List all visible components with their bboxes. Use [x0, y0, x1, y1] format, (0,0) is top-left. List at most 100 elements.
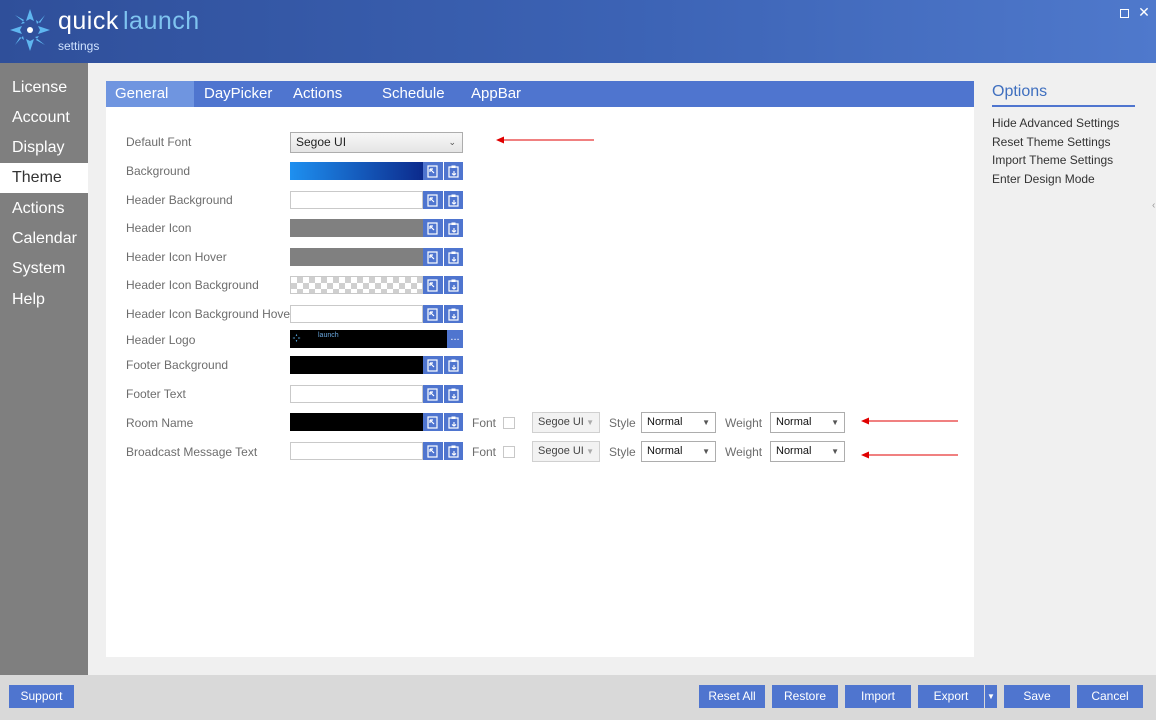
color-picker-icon[interactable]: [423, 305, 443, 323]
color-picker-icon[interactable]: [423, 356, 443, 374]
paste-icon[interactable]: [443, 219, 463, 237]
paste-icon[interactable]: [443, 356, 463, 374]
room-name-weight-label: Weight: [725, 416, 763, 430]
theme-panel: [106, 81, 974, 657]
paste-icon[interactable]: [443, 305, 463, 323]
app-name-primary: quick: [58, 7, 119, 35]
close-icon[interactable]: ✕: [1138, 5, 1150, 19]
room-name-label: Room Name: [126, 416, 194, 430]
color-picker-icon[interactable]: [423, 385, 443, 403]
broadcast-font-select[interactable]: Segoe UI ▼: [532, 441, 600, 462]
tab-schedule[interactable]: Schedule: [382, 81, 445, 107]
broadcast-style-label: Style: [609, 445, 636, 459]
restore-button[interactable]: Restore: [772, 685, 838, 708]
paste-icon[interactable]: [443, 162, 463, 180]
reset-all-button[interactable]: Reset All: [699, 685, 765, 708]
import-theme-settings-link[interactable]: Import Theme Settings: [992, 153, 1113, 167]
default-font-label: Default Font: [126, 135, 192, 149]
room-name-color-swatch[interactable]: [290, 413, 423, 431]
header-background-label: Header Background: [126, 193, 233, 207]
color-picker-icon[interactable]: [423, 442, 443, 460]
header-icon-hover-color-swatch[interactable]: [290, 248, 423, 266]
color-picker-icon[interactable]: [423, 219, 443, 237]
room-name-style-select[interactable]: Normal ▼: [641, 412, 716, 433]
color-picker-icon[interactable]: [423, 191, 443, 209]
background-color-swatch[interactable]: [290, 162, 423, 180]
tab-bar: General DayPicker Actions Schedule AppBa…: [106, 81, 974, 107]
footer-background-label: Footer Background: [126, 358, 229, 372]
color-picker-icon[interactable]: [423, 162, 443, 180]
header-background-buttons: [423, 191, 463, 209]
paste-icon[interactable]: [443, 442, 463, 460]
paste-icon[interactable]: [443, 191, 463, 209]
save-button[interactable]: Save: [1004, 685, 1070, 708]
tab-appbar[interactable]: AppBar: [471, 81, 521, 107]
footer-background-color-swatch[interactable]: [290, 356, 423, 374]
header-background-color-swatch[interactable]: [290, 191, 423, 209]
footer-text-label: Footer Text: [126, 387, 186, 401]
support-button[interactable]: Support: [9, 685, 74, 708]
default-font-select[interactable]: Segoe UI ⌄: [290, 132, 463, 153]
tab-general[interactable]: General: [106, 81, 194, 107]
paste-icon[interactable]: [443, 276, 463, 294]
header-icon-background-color-swatch[interactable]: [290, 276, 423, 294]
footer-text-buttons: [423, 385, 463, 403]
room-name-font-checkbox[interactable]: [503, 417, 515, 429]
broadcast-message-text-color-swatch[interactable]: [290, 442, 423, 460]
header-icon-background-hover-label: Header Icon Background Hover: [126, 307, 295, 321]
color-picker-icon[interactable]: [423, 248, 443, 266]
hide-advanced-settings-link[interactable]: Hide Advanced Settings: [992, 116, 1119, 130]
paste-icon[interactable]: [443, 413, 463, 431]
chevron-down-icon: ▼: [831, 447, 839, 456]
header-logo-preview[interactable]: launch: [290, 330, 447, 348]
room-name-font-select[interactable]: Segoe UI ▼: [532, 412, 600, 433]
enter-design-mode-link[interactable]: Enter Design Mode: [992, 172, 1095, 186]
broadcast-font-value: Segoe UI: [538, 445, 584, 457]
cancel-button[interactable]: Cancel: [1077, 685, 1143, 708]
paste-icon[interactable]: [443, 385, 463, 403]
header-icon-background-hover-color-swatch[interactable]: [290, 305, 423, 323]
room-name-weight-select[interactable]: Normal ▼: [770, 412, 845, 433]
paste-icon[interactable]: [443, 248, 463, 266]
room-name-buttons: [423, 413, 463, 431]
sidebar-item-theme[interactable]: Theme: [0, 163, 88, 193]
broadcast-weight-select[interactable]: Normal ▼: [770, 441, 845, 462]
export-button[interactable]: Export: [918, 685, 984, 708]
chevron-down-icon: ▼: [831, 418, 839, 427]
broadcast-style-select[interactable]: Normal ▼: [641, 441, 716, 462]
import-button[interactable]: Import: [845, 685, 911, 708]
color-picker-icon[interactable]: [423, 276, 443, 294]
broadcast-message-text-label: Broadcast Message Text: [126, 445, 258, 459]
broadcast-font-checkbox[interactable]: [503, 446, 515, 458]
sidebar-item-system[interactable]: System: [0, 254, 88, 284]
default-font-value: Segoe UI: [296, 135, 347, 149]
broadcast-font-label: Font: [472, 445, 497, 459]
browse-logo-button[interactable]: ...: [447, 330, 463, 348]
header-logo-thumbnail-text: launch: [318, 332, 339, 339]
header-logo-thumbnail-icon: [292, 333, 301, 343]
sidebar-item-display[interactable]: Display: [0, 133, 88, 163]
tab-daypicker[interactable]: DayPicker: [204, 81, 272, 107]
sidebar-item-calendar[interactable]: Calendar: [0, 224, 88, 254]
sidebar-item-account[interactable]: Account: [0, 103, 88, 133]
reset-theme-settings-link[interactable]: Reset Theme Settings: [992, 135, 1111, 149]
maximize-icon[interactable]: [1120, 9, 1129, 18]
chevron-down-icon: ▼: [586, 418, 594, 427]
header-icon-color-swatch[interactable]: [290, 219, 423, 237]
color-picker-icon[interactable]: [423, 413, 443, 431]
header-icon-background-hover-buttons: [423, 305, 463, 323]
chevron-down-icon: ▼: [702, 447, 710, 456]
sidebar-item-help[interactable]: Help: [0, 285, 88, 315]
tab-actions[interactable]: Actions: [293, 81, 342, 107]
sidebar-item-actions[interactable]: Actions: [0, 194, 88, 224]
footer-text-color-swatch[interactable]: [290, 385, 423, 403]
app-name-secondary: launch: [123, 7, 200, 35]
header-logo-label: Header Logo: [126, 333, 196, 347]
room-name-font-value: Segoe UI: [538, 416, 584, 428]
broadcast-weight-value: Normal: [776, 445, 812, 457]
app-subtitle: settings: [58, 39, 100, 53]
sidebar-item-license[interactable]: License: [0, 73, 88, 103]
broadcast-message-text-buttons: [423, 442, 463, 460]
header-icon-background-buttons: [423, 276, 463, 294]
export-dropdown-caret-icon[interactable]: ▼: [984, 685, 997, 708]
